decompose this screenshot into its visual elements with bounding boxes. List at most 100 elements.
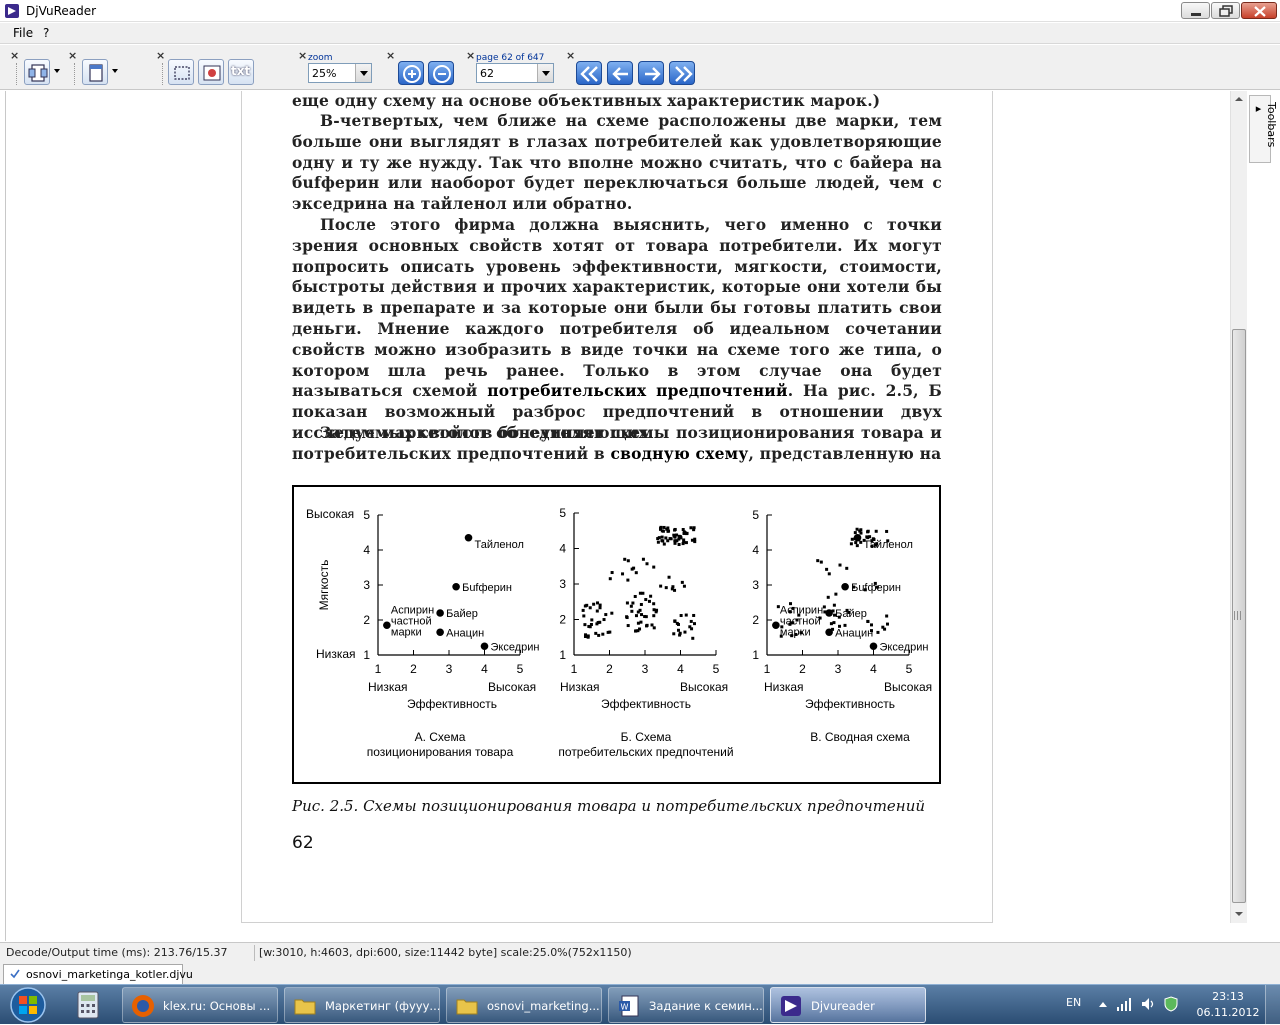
zoom-select[interactable]: 25% [308,63,372,83]
menu-file[interactable]: File [13,26,33,40]
toolbar-close-icon[interactable]: × [68,49,77,62]
toolbar-close-icon[interactable]: × [156,49,165,62]
vertical-scrollbar[interactable] [1230,91,1247,923]
preference-point [825,567,829,571]
toolbar-grip[interactable] [74,63,77,85]
clock-time[interactable]: 23:13 [1200,990,1256,1003]
next-page-button[interactable] [638,61,664,85]
brand-point [383,621,391,630]
preference-point [636,621,640,625]
preference-point [660,529,664,533]
preference-point [679,614,683,618]
y-tick-label: 5 [752,508,759,522]
page-label: page 62 of 647 [476,53,545,63]
page-select[interactable]: 62 [476,63,554,83]
toolbar-close-icon[interactable]: × [466,49,475,62]
document-tab[interactable]: osnovi_marketinga_kotler.djvu [3,964,193,984]
toolbar-close-icon[interactable]: × [386,49,395,62]
chevron-down-icon[interactable] [112,69,118,73]
page-view-button[interactable] [82,59,108,85]
document-viewer[interactable]: еще одну схему на основе объективных хар… [0,91,1280,941]
y-tick-label: 5 [363,508,370,522]
left-pane-divider [5,91,6,941]
toolbar-group-view: × [66,49,126,87]
preference-point [659,525,663,529]
preference-point [652,608,656,612]
network-signal-icon[interactable] [1116,996,1132,1012]
preference-point [647,599,651,603]
djvureader-icon [781,996,801,1016]
show-hidden-icons-icon[interactable] [1098,1000,1108,1008]
preference-point [582,614,586,618]
security-shield-icon[interactable] [1163,996,1179,1012]
image-mode-button[interactable] [198,59,224,85]
x-tick-label: 4 [481,662,488,676]
toolbars-side-tab[interactable]: Toolbars ▸ [1249,95,1278,163]
show-desktop-button[interactable] [1265,985,1280,1025]
paragraph-2: В-четвертых, чем ближе на схеме располож… [292,111,942,214]
restore-button[interactable] [1211,2,1240,19]
panel-c: 11 2 2 3 3 4 4 5 5 Низкая Высокая Эффективность В. С… [752,508,932,744]
chevron-down-icon[interactable] [355,64,371,82]
last-page-button[interactable] [669,61,695,85]
minimize-button[interactable] [1181,2,1210,19]
preference-point [610,571,614,575]
toolbar-close-icon[interactable]: × [10,49,19,62]
y-tick-label: 4 [559,542,566,556]
previous-page-button[interactable] [607,61,633,85]
taskbar-item-folder-marketing[interactable]: Маркетинг (фууу... [284,987,440,1023]
zoom-out-button[interactable] [428,61,454,85]
splitter-grip-icon[interactable]: ||| [1233,611,1242,621]
x-low-label: Низкая [560,680,600,694]
language-indicator[interactable]: EN [1066,996,1081,1009]
windows-start-icon[interactable] [4,986,52,1024]
preference-point [598,620,602,624]
scroll-down-icon[interactable] [1231,906,1247,922]
preference-point [656,537,660,541]
zoom-value: 25% [312,67,337,80]
preference-point [596,601,600,605]
taskbar-item-word[interactable]: W Задание к семин... [608,987,764,1023]
toolbar-close-icon[interactable]: × [566,49,575,62]
zoom-in-button[interactable] [398,61,424,85]
taskbar-item-folder-osnovi[interactable]: osnovi_marketing... [446,987,602,1023]
brand-label: Байер [835,608,867,620]
preference-point [673,535,677,539]
preference-point [640,613,644,617]
toolbar-grip[interactable] [16,63,19,85]
brand-label: Экседрин [880,641,929,653]
chevron-down-icon[interactable] [537,64,553,82]
calculator-icon[interactable] [68,988,108,1022]
text-mode-label: txt [231,64,251,78]
taskbar-item-firefox[interactable]: klex.ru: Основы ... [122,987,278,1023]
y-tick-label: 1 [752,648,759,662]
close-button[interactable] [1241,2,1277,19]
preference-point [859,540,863,544]
taskbar-item-djvureader[interactable]: Djvureader [770,987,926,1023]
first-page-button[interactable] [576,61,602,85]
x-high-label: Высокая [884,680,932,694]
toolbar-grip[interactable] [162,63,165,85]
x-tick-label: 1 [764,662,771,676]
scroll-up-icon[interactable] [1231,91,1247,107]
page-layout-button[interactable] [24,59,50,85]
folder-icon [294,999,316,1015]
brand-point [825,628,833,637]
document-check-icon [10,969,20,979]
x-tick-label: 5 [713,662,720,676]
preference-point [590,618,594,622]
chevron-down-icon[interactable] [54,69,60,73]
brand-point [452,582,460,591]
text-mode-button[interactable]: txt [228,59,254,85]
preference-point [660,535,664,539]
figure-caption: Рис. 2.5. Схемы позиционирования товара … [292,797,926,815]
x-tick-label: 3 [642,662,649,676]
document-tabs: osnovi_marketinga_kotler.djvu [0,962,1280,984]
toolbar-close-icon[interactable]: × [298,49,307,62]
menu-help[interactable]: ? [43,26,49,40]
clock-date[interactable]: 06.11.2012 [1196,1006,1260,1019]
select-region-button[interactable] [168,59,194,85]
preference-point [666,529,670,533]
brand-label: марки [391,626,422,638]
volume-icon[interactable] [1140,996,1156,1012]
